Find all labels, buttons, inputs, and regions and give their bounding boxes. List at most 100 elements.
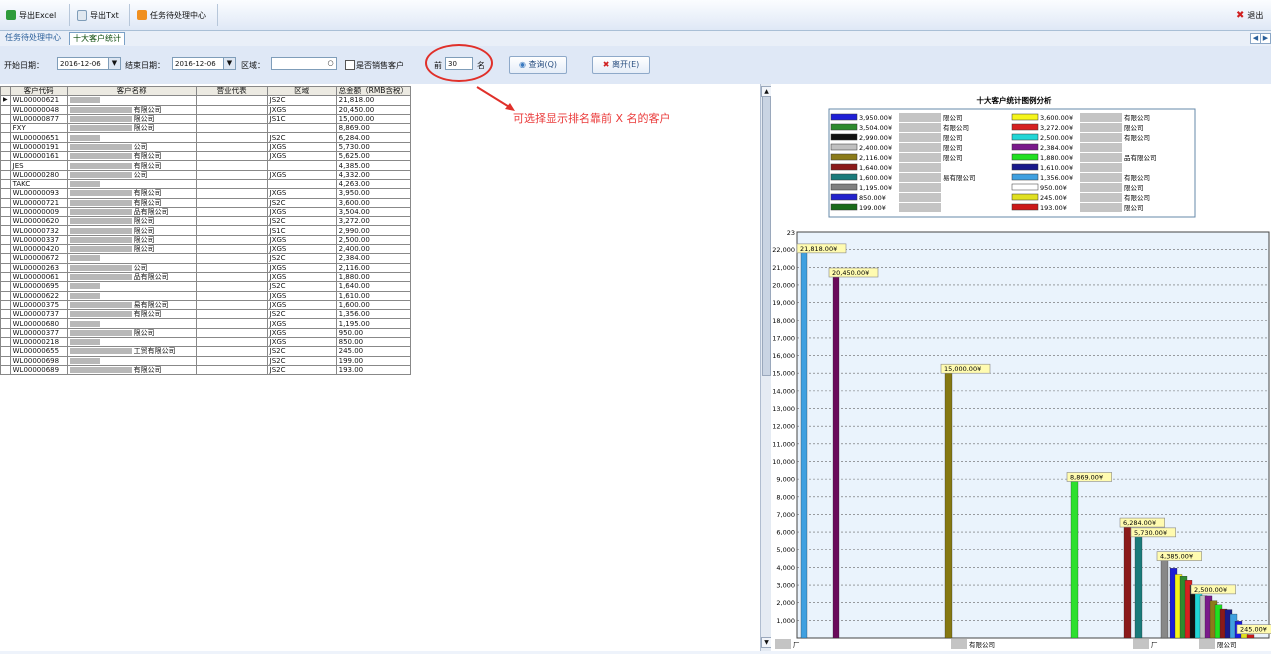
table-row[interactable]: WL00000622 JXGS 1,610.00	[0, 290, 411, 301]
cell-code[interactable]: WL00000877	[9, 113, 68, 125]
cell-name[interactable]: 有限公司	[66, 151, 197, 162]
cell-total[interactable]: 2,384.00	[335, 253, 411, 264]
table-row[interactable]: WL00000218 JXGS 850.00	[0, 336, 411, 348]
cell-name[interactable]: 有限公司	[66, 104, 197, 115]
cell-rep[interactable]	[195, 290, 268, 301]
scroll-thumb[interactable]	[762, 96, 771, 376]
table-row[interactable]: WL00000009 品有限公司 JXGS 3,504.00	[0, 206, 411, 218]
column-header[interactable]: 客户代码	[9, 85, 68, 97]
cell-name[interactable]: 限公司	[66, 234, 197, 246]
cell-rep[interactable]	[195, 281, 268, 292]
cell-name[interactable]	[66, 336, 197, 348]
cell-name[interactable]: 限公司	[66, 216, 197, 227]
cell-name[interactable]: 公司	[66, 141, 197, 153]
table-row[interactable]: WL00000695 JS2C 1,640.00	[0, 281, 411, 292]
cell-total[interactable]: 1,195.00	[335, 318, 411, 329]
cell-total[interactable]: 2,500.00	[335, 234, 411, 246]
cell-region[interactable]: JXGS	[266, 151, 337, 162]
cell-region[interactable]: JS2C	[266, 95, 337, 106]
cell-region[interactable]: JS2C	[266, 197, 337, 208]
cell-code[interactable]: WL00000655	[9, 346, 68, 357]
cell-total[interactable]: 2,400.00	[335, 244, 411, 255]
cell-name[interactable]	[66, 178, 197, 190]
cell-code[interactable]: WL00000620	[9, 216, 68, 227]
table-row[interactable]: WL00000377 限公司 JXGS 950.00	[0, 327, 411, 339]
table-row[interactable]: WL00000263 公司 JXGS 2,116.00	[0, 262, 411, 273]
cell-rep[interactable]	[195, 141, 268, 153]
cell-rep[interactable]	[195, 262, 268, 273]
cell-region[interactable]: JS2C	[266, 355, 337, 366]
cell-name[interactable]: 有限公司	[66, 364, 197, 376]
cell-code[interactable]: WL00000377	[9, 327, 68, 339]
cell-region[interactable]: JXGS	[266, 327, 337, 339]
cell-code[interactable]: WL00000622	[9, 290, 68, 301]
tab-top-customers[interactable]: 十大客户统计	[69, 32, 125, 45]
column-header[interactable]: 客户名称	[66, 85, 197, 97]
cell-total[interactable]: 6,284.00	[335, 132, 411, 143]
table-row[interactable]: WL00000093 有限公司 JXGS 3,950.00	[0, 188, 411, 199]
tab-task-center[interactable]: 任务待处理中心	[2, 32, 64, 44]
table-row[interactable]: WL00000877 限公司 JS1C 15,000.00	[0, 113, 411, 125]
table-row[interactable]: WL00000061 品有限公司 JXGS 1,880.00	[0, 271, 411, 283]
cell-code[interactable]: WL00000621	[9, 95, 68, 106]
cell-total[interactable]: 193.00	[335, 364, 411, 376]
cell-region[interactable]: JS2C	[266, 216, 337, 227]
cell-rep[interactable]	[195, 169, 268, 180]
cell-name[interactable]: 易有限公司	[66, 299, 197, 311]
cell-name[interactable]: 品有限公司	[66, 206, 197, 218]
cell-rep[interactable]	[195, 225, 268, 236]
cell-rep[interactable]	[195, 244, 268, 255]
cell-rep[interactable]	[195, 355, 268, 366]
cell-code[interactable]: WL00000689	[9, 364, 68, 376]
cell-rep[interactable]	[195, 234, 268, 246]
table-row[interactable]: FXY 限公司 8,869.00	[0, 123, 411, 134]
cell-code[interactable]: WL00000093	[9, 188, 68, 199]
cell-name[interactable]: 限公司	[66, 327, 197, 339]
cell-code[interactable]: WL00000732	[9, 225, 68, 236]
cell-region[interactable]: JXGS	[266, 262, 337, 273]
cell-total[interactable]: 21,818.00	[335, 95, 411, 106]
start-date-picker[interactable]: 2016-12-06 ▼	[57, 57, 121, 70]
cell-total[interactable]: 3,600.00	[335, 197, 411, 208]
cell-region[interactable]: JXGS	[266, 234, 337, 246]
cell-code[interactable]: WL00000695	[9, 281, 68, 292]
table-row[interactable]: WL00000737 有限公司 JS2C 1,356.00	[0, 309, 411, 320]
cell-name[interactable]: 工贸有限公司	[66, 346, 197, 357]
cell-name[interactable]: 限公司	[66, 123, 197, 134]
vertical-scrollbar[interactable]: ▲ ▼	[760, 84, 772, 651]
cell-rep[interactable]	[195, 206, 268, 218]
table-row[interactable]: WL00000698 JS2C 199.00	[0, 355, 411, 366]
cell-total[interactable]: 2,116.00	[335, 262, 411, 273]
cell-name[interactable]: 公司	[66, 262, 197, 273]
cell-rep[interactable]	[195, 123, 268, 134]
cell-total[interactable]: 850.00	[335, 336, 411, 348]
table-row[interactable]: WL00000721 有限公司 JS2C 3,600.00	[0, 197, 411, 208]
cell-region[interactable]: JXGS	[266, 290, 337, 301]
cell-code[interactable]: WL00000009	[9, 206, 68, 218]
cell-region[interactable]: JS2C	[266, 364, 337, 376]
cell-code[interactable]: WL00000420	[9, 244, 68, 255]
column-header[interactable]: 总金额（RMB含税）	[335, 85, 411, 97]
cell-name[interactable]: 公司	[66, 169, 197, 180]
cell-name[interactable]: 限公司	[66, 225, 197, 236]
export-txt-button[interactable]: 导出Txt	[77, 8, 119, 22]
cell-rep[interactable]	[195, 364, 268, 376]
cell-total[interactable]: 1,356.00	[335, 309, 411, 320]
table-row[interactable]: JES 有限公司 4,385.00	[0, 160, 411, 171]
sales-customer-checkbox[interactable]	[345, 60, 355, 70]
cell-rep[interactable]	[195, 132, 268, 143]
cell-total[interactable]: 1,600.00	[335, 299, 411, 311]
table-row[interactable]: WL00000655 工贸有限公司 JS2C 245.00	[0, 346, 411, 357]
table-row[interactable]: ▶ WL00000621 JS2C 21,818.00	[0, 95, 411, 106]
cell-name[interactable]	[66, 132, 197, 143]
cell-name[interactable]: 限公司	[66, 244, 197, 255]
cell-code[interactable]: WL00000061	[9, 271, 68, 283]
cell-name[interactable]	[66, 281, 197, 292]
cell-code[interactable]: FXY	[9, 123, 68, 134]
cell-code[interactable]: WL00000721	[9, 197, 68, 208]
cell-region[interactable]: JS1C	[266, 225, 337, 236]
cell-code[interactable]: WL00000161	[9, 151, 68, 162]
cell-total[interactable]: 3,950.00	[335, 188, 411, 199]
cell-total[interactable]: 3,504.00	[335, 206, 411, 218]
cell-region[interactable]: JXGS	[266, 206, 337, 218]
